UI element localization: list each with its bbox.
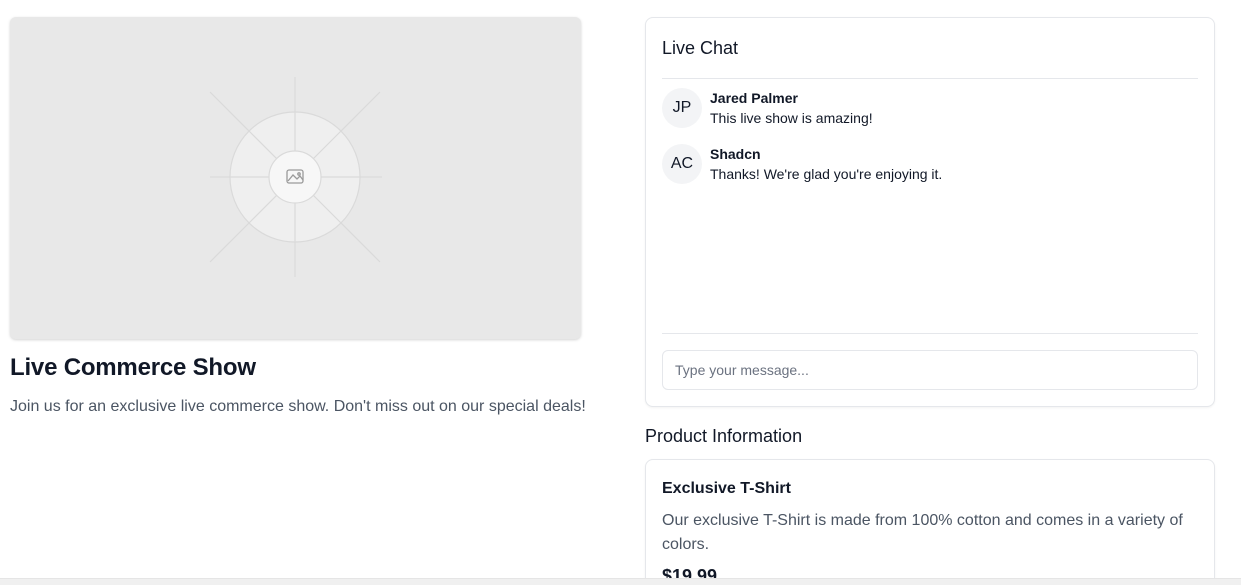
show-description: Join us for an exclusive live commerce s… — [10, 398, 586, 415]
live-chat-panel: Live Chat JP Jared Palmer This live show… — [645, 17, 1215, 407]
product-description: Our exclusive T-Shirt is made from 100% … — [662, 512, 1183, 553]
chat-divider — [662, 333, 1198, 334]
chat-message: AC Shadcn Thanks! We're glad you're enjo… — [662, 144, 942, 184]
avatar: JP — [662, 88, 702, 128]
chat-message-input[interactable] — [662, 350, 1198, 390]
message-text: This live show is amazing! — [710, 110, 873, 126]
message-author: Shadcn — [710, 146, 761, 162]
chat-message: JP Jared Palmer This live show is amazin… — [662, 88, 873, 128]
placeholder-graphic — [209, 77, 382, 277]
product-card: Exclusive T-Shirt Our exclusive T-Shirt … — [645, 459, 1215, 585]
message-author: Jared Palmer — [710, 90, 798, 106]
video-player-placeholder[interactable] — [10, 17, 581, 339]
chat-title: Live Chat — [662, 38, 739, 58]
product-name: Exclusive T-Shirt — [662, 480, 791, 497]
chat-divider — [662, 78, 1198, 79]
message-text: Thanks! We're glad you're enjoying it. — [710, 166, 943, 182]
product-info-heading: Product Information — [645, 426, 803, 446]
avatar: AC — [662, 144, 702, 184]
horizontal-scrollbar[interactable] — [0, 578, 1241, 585]
show-title: Live Commerce Show — [10, 354, 256, 381]
